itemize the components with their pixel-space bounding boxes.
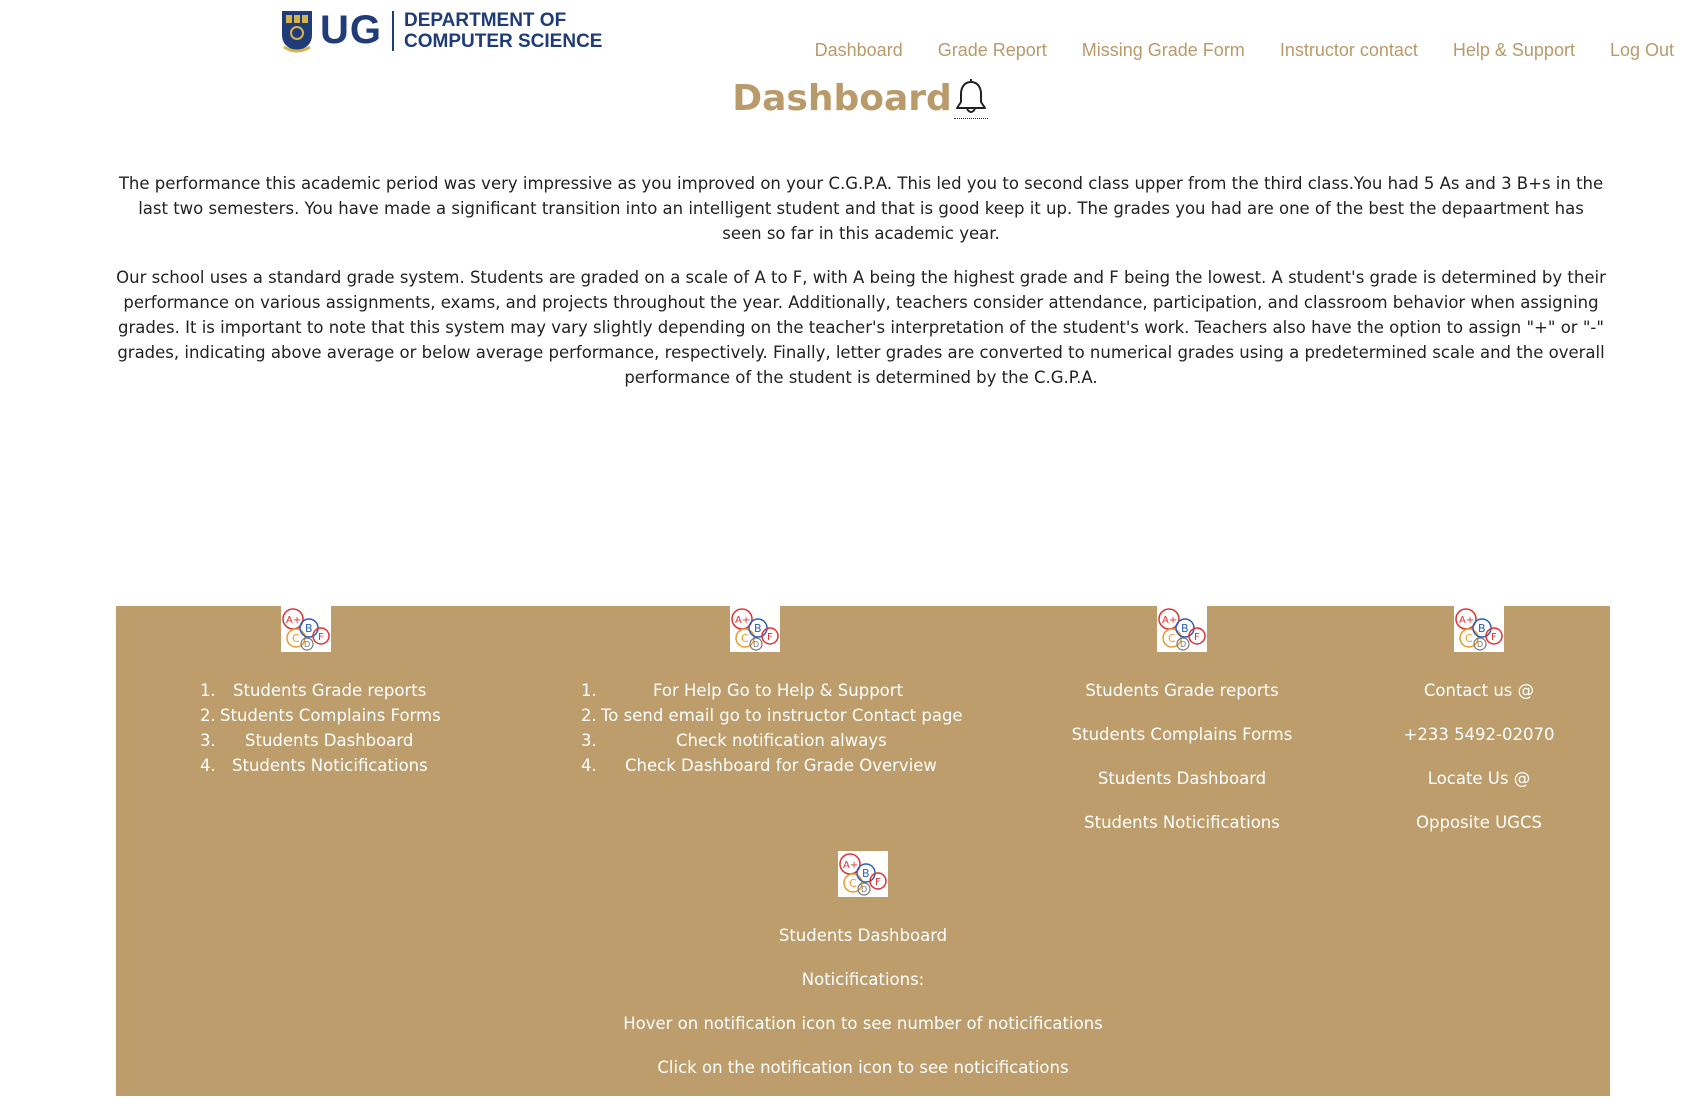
svg-text:F: F <box>1491 632 1497 643</box>
nav-log-out[interactable]: Log Out <box>1610 40 1674 61</box>
footer-notifications-info: Students Dashboard Noticifications: Hove… <box>116 923 1610 1099</box>
nav-dashboard[interactable]: Dashboard <box>815 40 903 61</box>
page: UG DEPARTMENT OF COMPUTER SCIENCE Dashbo… <box>0 0 1700 1113</box>
locate-label: Locate Us @ <box>1427 769 1531 788</box>
grading-system-description: Our school uses a standard grade system.… <box>116 268 1606 387</box>
grades-badge-icon: A+ C B F D <box>1157 606 1207 652</box>
svg-text:A+: A+ <box>843 860 858 871</box>
svg-text:D: D <box>1180 640 1186 649</box>
list-item[interactable]: 3. Check notification always <box>581 728 963 753</box>
svg-text:A+: A+ <box>1459 615 1474 626</box>
location-text: Opposite UGCS <box>1416 813 1542 832</box>
svg-text:A+: A+ <box>735 615 750 626</box>
svg-text:C: C <box>292 632 300 645</box>
list-item[interactable]: 2. Students Complains Forms <box>200 703 441 728</box>
grades-badge-icon: A+ C B F D <box>1454 606 1504 652</box>
svg-text:A+: A+ <box>1162 615 1177 626</box>
contact-phone[interactable]: +233 5492-02070 <box>1399 722 1559 747</box>
footer-notifications-heading: Noticifications: <box>801 970 925 989</box>
footer-link[interactable]: Students Complains Forms <box>1062 722 1302 747</box>
grades-badge-icon: A+ C B F D <box>838 851 888 897</box>
svg-text:D: D <box>304 640 310 649</box>
svg-text:B: B <box>1478 622 1486 635</box>
svg-text:F: F <box>767 632 773 643</box>
logo-divider <box>392 10 394 51</box>
footer-col-2: A+ C B F D <box>730 606 780 652</box>
footer-dashboard-label: Students Dashboard <box>778 926 948 945</box>
footer-contact: Contact us @ +233 5492-02070 Locate Us @… <box>1399 678 1559 854</box>
list-item[interactable]: 2. To send email go to instructor Contact… <box>581 703 963 728</box>
page-title: Dashboard <box>732 78 952 119</box>
list-item[interactable]: 4. Students Noticifications <box>200 753 441 778</box>
footer-hover-hint: Hover on notification icon to see number… <box>623 1014 1103 1033</box>
dashboard-content: The performance this academic period was… <box>116 171 1606 409</box>
bell-icon <box>955 79 986 113</box>
svg-text:D: D <box>861 885 867 894</box>
svg-text:C: C <box>1465 632 1473 645</box>
svg-text:D: D <box>753 640 759 649</box>
footer-col-3: A+ C B F D <box>1157 606 1207 652</box>
footer-link[interactable]: Students Dashboard <box>1062 766 1302 791</box>
logo-ug-text: UG <box>320 8 382 52</box>
nav-grade-report[interactable]: Grade Report <box>938 40 1047 61</box>
nav-instructor-contact[interactable]: Instructor contact <box>1280 40 1418 61</box>
svg-text:B: B <box>862 867 870 880</box>
svg-text:B: B <box>1181 622 1189 635</box>
svg-text:C: C <box>741 632 749 645</box>
list-item[interactable]: 3. Students Dashboard <box>200 728 441 753</box>
contact-label: Contact us @ <box>1423 681 1535 700</box>
department-logo[interactable]: UG DEPARTMENT OF COMPUTER SCIENCE <box>280 8 602 53</box>
svg-text:F: F <box>875 877 881 888</box>
footer-bottom-badge: A+ C B F D <box>838 851 888 897</box>
footer-list-2: 1. For Help Go to Help & Support 2. To sen… <box>581 678 963 778</box>
nav-missing-grade-form[interactable]: Missing Grade Form <box>1082 40 1245 61</box>
grades-badge-icon: A+ C B F D <box>730 606 780 652</box>
svg-text:B: B <box>305 622 313 635</box>
logo-dept-line1: DEPARTMENT OF <box>404 9 567 31</box>
footer-link[interactable]: Students Grade reports <box>1062 678 1302 703</box>
list-item[interactable]: 1. Students Grade reports <box>200 678 441 703</box>
list-item[interactable]: 1. For Help Go to Help & Support <box>581 678 963 703</box>
nav-help-support[interactable]: Help & Support <box>1453 40 1575 61</box>
footer-links-3: Students Grade reports Students Complain… <box>1062 678 1302 854</box>
logo-dept-line2: COMPUTER SCIENCE <box>404 30 603 52</box>
footer-col-1: A+ C B F D <box>281 606 331 652</box>
svg-text:B: B <box>754 622 762 635</box>
footer-click-hint: Click on the notification icon to see no… <box>657 1058 1069 1077</box>
svg-text:F: F <box>1194 632 1200 643</box>
performance-summary: The performance this academic period was… <box>118 174 1604 243</box>
footer-list-1: 1. Students Grade reports 2. Students Comp… <box>200 678 441 778</box>
footer-col-4: A+ C B F D <box>1454 606 1504 652</box>
list-item[interactable]: 4. Check Dashboard for Grade Overview <box>581 753 963 778</box>
site-footer: A+ C B F D 1. Students Grade reports 2. Studen… <box>116 606 1610 1096</box>
page-header: Dashboard <box>0 78 1700 119</box>
footer-link[interactable]: Students Noticifications <box>1062 810 1302 835</box>
svg-text:F: F <box>318 632 324 643</box>
svg-text:C: C <box>1168 632 1176 645</box>
svg-text:A+: A+ <box>286 615 301 626</box>
svg-text:C: C <box>849 877 857 890</box>
ug-crest-icon <box>282 10 312 52</box>
top-nav: Dashboard Grade Report Missing Grade For… <box>815 40 1674 61</box>
svg-text:D: D <box>1477 640 1483 649</box>
logo-department-text: DEPARTMENT OF COMPUTER SCIENCE <box>404 10 602 52</box>
grades-badge-icon: A+ C B F D <box>281 606 331 652</box>
notification-bell[interactable] <box>953 78 988 119</box>
